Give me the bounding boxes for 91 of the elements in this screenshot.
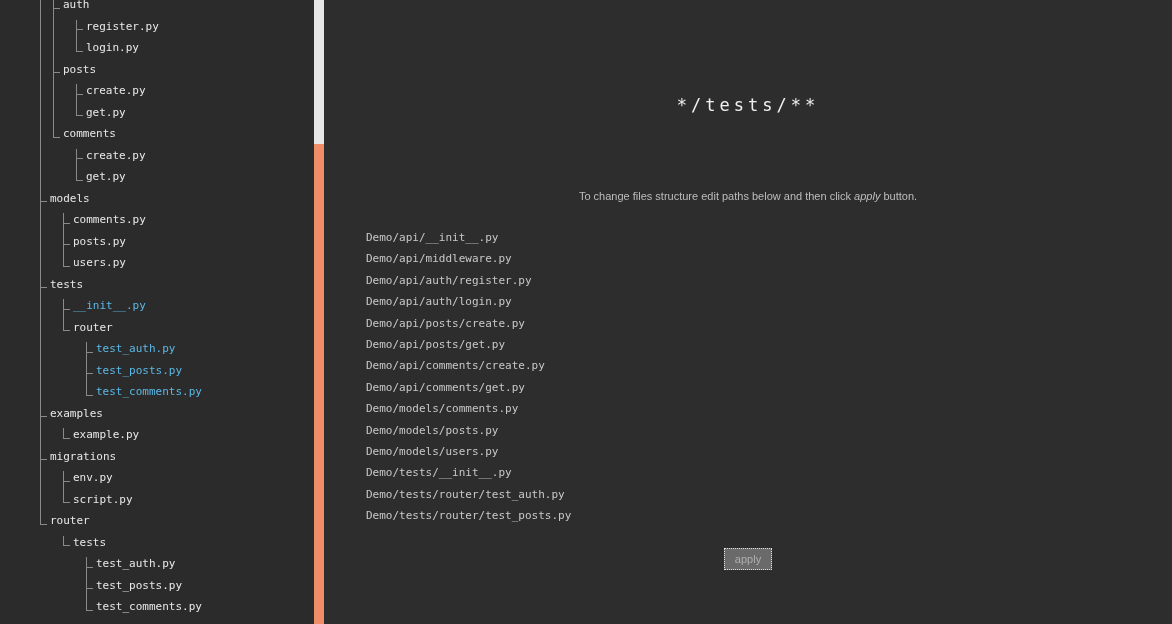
tree-guide-line [63, 481, 64, 493]
file-path: Demo/tests/router/test_posts.py [366, 508, 572, 525]
tree-guide-line [86, 589, 87, 600]
file-path: Demo/models/posts.py [366, 422, 499, 439]
file-path: Demo/api/posts/get.py [366, 336, 506, 353]
tree-guide-line [76, 30, 77, 41]
file-path: Demo/api/middleware.py [366, 251, 512, 268]
tree-connector [53, 127, 60, 138]
tree-item[interactable]: test_auth.py [96, 342, 176, 364]
tree-item[interactable]: register.py [86, 19, 159, 41]
tree-guide-line [86, 374, 87, 385]
tree-item[interactable]: create.py [86, 148, 146, 170]
tree-connector [63, 535, 70, 547]
file-path: Demo/api/auth/login.py [366, 294, 512, 311]
tree-item[interactable]: create.py [86, 84, 146, 106]
file-path: Demo/models/comments.py [366, 401, 519, 418]
tree-item[interactable]: examples [50, 406, 103, 428]
tree-guide-line [76, 159, 77, 170]
tree-connector [86, 557, 93, 568]
file-path: Demo/api/posts/create.py [366, 315, 525, 332]
tree-connector [63, 492, 70, 504]
tree-guide-line [40, 460, 41, 514]
tree-item[interactable]: test_comments.py [96, 600, 202, 622]
tree-connector [53, 0, 60, 9]
tree-connector [76, 170, 83, 181]
tree-connector [40, 449, 47, 461]
tree-item[interactable]: users.py [73, 256, 126, 278]
tree-item[interactable]: env.py [73, 471, 113, 493]
tree-connector [63, 299, 70, 310]
file-path: Demo/api/comments/create.py [366, 358, 545, 375]
tree-connector [86, 363, 93, 375]
tree-item[interactable]: migrations [50, 449, 117, 471]
tree-connector [86, 385, 93, 396]
tree-connector [63, 471, 70, 482]
tree-guide-line [86, 352, 87, 364]
tree-connector [40, 277, 47, 289]
tree-item[interactable]: test_posts.py [96, 363, 183, 385]
tree-connector [40, 406, 47, 418]
tree-guide-line [63, 309, 64, 321]
file-path: Demo/api/comments/get.py [366, 379, 525, 396]
tree-item[interactable]: router [50, 514, 90, 536]
tree-item[interactable]: models [50, 191, 90, 213]
instruction-text: To change files structure edit paths below and then click apply button. [578, 190, 918, 202]
tree-item[interactable]: script.py [73, 492, 133, 514]
pattern-title: */tests/** [676, 95, 820, 115]
tree-connector [63, 213, 70, 224]
tree-guide-line [86, 567, 87, 579]
file-path: Demo/models/users.py [366, 443, 499, 460]
tree-connector [63, 234, 70, 246]
tree-guide-line [63, 245, 64, 256]
file-path: Demo/api/__init__.py [366, 230, 499, 246]
tree-guide-line [63, 223, 64, 235]
tree-connector [76, 84, 83, 95]
file-path: Demo/tests/router/test_auth.py [366, 486, 565, 503]
tree-guide-line [53, 73, 54, 127]
tree-connector [86, 600, 93, 611]
tree-connector [76, 41, 83, 52]
tree-connector [40, 191, 47, 203]
tree-guide-line [40, 417, 41, 450]
tree-item[interactable]: router [73, 320, 113, 342]
tree-connector [76, 148, 83, 160]
file-path: Demo/api/auth/register.py [366, 272, 532, 289]
tree-item[interactable]: example.py [73, 428, 140, 450]
tree-connector [63, 428, 70, 439]
scrollbar-track[interactable] [314, 0, 324, 624]
tree-guide-line [53, 8, 54, 63]
tree-item[interactable]: posts [63, 62, 97, 84]
tree-item[interactable]: test_comments.py [96, 385, 202, 407]
tree-item[interactable]: get.py [86, 105, 126, 127]
tree-connector [76, 19, 83, 31]
tree-connector [86, 342, 93, 353]
file-path: Demo/tests/__init__.py [366, 465, 512, 482]
scrollbar-thumb[interactable] [314, 0, 324, 144]
tree-item[interactable]: posts.py [73, 234, 126, 256]
tree-guide-line [76, 94, 77, 106]
tree-connector [40, 514, 47, 525]
tree-connector [76, 105, 83, 117]
tree-item[interactable]: get.py [86, 170, 126, 192]
tree-item[interactable]: tests [50, 277, 84, 299]
tree-connector [63, 320, 70, 332]
tree-connector [86, 578, 93, 590]
tree-item[interactable]: test_auth.py [96, 557, 176, 579]
tree-connector [53, 62, 60, 74]
tree-item[interactable]: login.py [86, 41, 139, 63]
tree-item[interactable]: comments.py [73, 213, 146, 235]
tree-item[interactable]: tests [73, 535, 107, 557]
tree-item[interactable]: comments [63, 127, 116, 149]
tree-item[interactable]: test_posts.py [96, 578, 183, 600]
tree-item[interactable]: __init__.py [73, 299, 146, 321]
tree-item[interactable]: auth [63, 0, 90, 20]
tree-connector [63, 256, 70, 267]
